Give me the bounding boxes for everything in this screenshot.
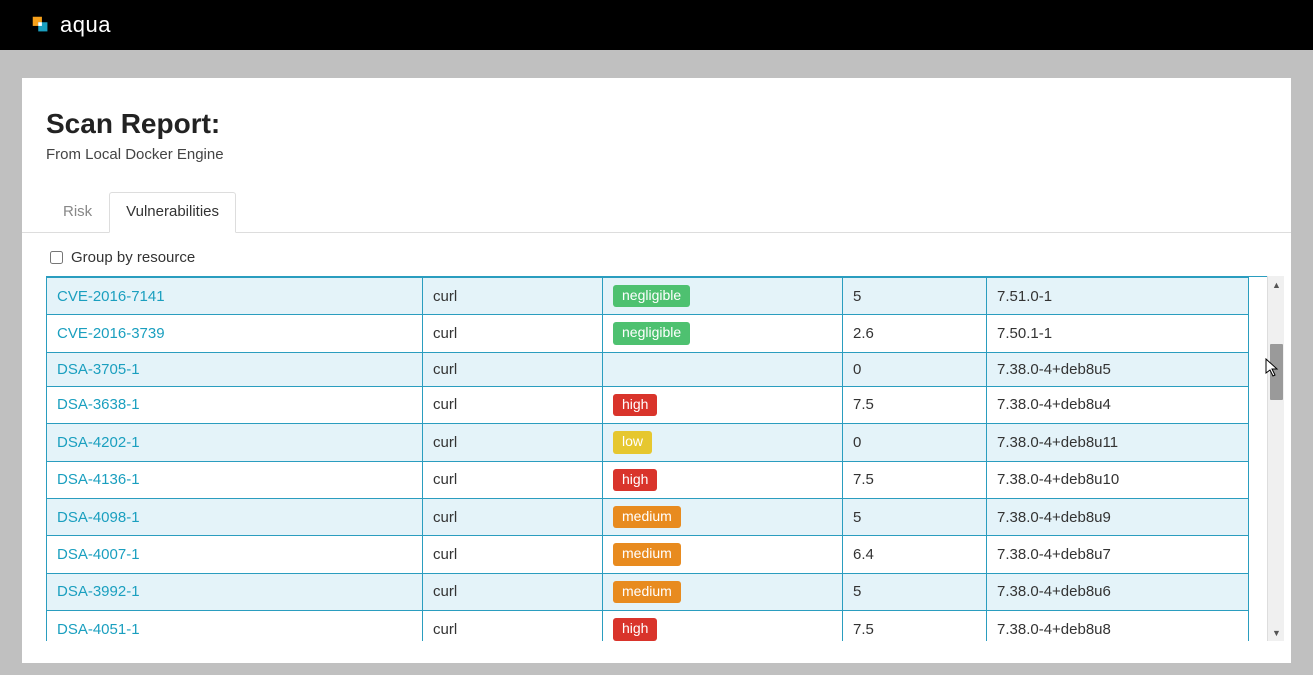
tab-bar: Risk Vulnerabilities — [22, 191, 1291, 233]
severity-badge: medium — [613, 506, 681, 528]
vuln-id-link[interactable]: DSA-4007-1 — [57, 546, 140, 563]
brand-logo: aqua — [30, 12, 111, 38]
severity-badge: high — [613, 618, 657, 640]
score-cell: 7.5 — [843, 461, 987, 498]
fix-version-cell: 7.50.1-1 — [987, 315, 1249, 352]
severity-badge: high — [613, 469, 657, 491]
scroll-down-arrow-icon[interactable]: ▼ — [1268, 624, 1285, 641]
severity-badge: medium — [613, 581, 681, 603]
score-cell: 5 — [843, 278, 987, 315]
fix-version-cell: 7.38.0-4+deb8u6 — [987, 573, 1249, 610]
severity-cell — [603, 352, 843, 386]
package-cell: curl — [423, 386, 603, 423]
page-subtitle: From Local Docker Engine — [46, 146, 1267, 163]
scrollbar-track[interactable]: ▲ ▼ — [1267, 276, 1284, 641]
score-cell: 0 — [843, 424, 987, 461]
group-by-checkbox[interactable] — [50, 251, 63, 264]
fix-version-cell: 7.38.0-4+deb8u9 — [987, 498, 1249, 535]
table-row[interactable]: DSA-4098-1 curl medium 57.38.0-4+deb8u9 — [47, 498, 1249, 535]
table-row[interactable]: CVE-2016-3739 curl negligible 2.67.50.1-1 — [47, 315, 1249, 352]
vuln-id-link[interactable]: DSA-3638-1 — [57, 396, 140, 413]
group-by-label[interactable]: Group by resource — [71, 249, 195, 266]
vuln-id-link[interactable]: CVE-2016-7141 — [57, 288, 165, 305]
package-cell: curl — [423, 461, 603, 498]
scrollbar-thumb[interactable] — [1270, 344, 1283, 400]
page-title: Scan Report: — [46, 108, 1267, 140]
table-row[interactable]: DSA-4007-1 curl medium 6.47.38.0-4+deb8u7 — [47, 536, 1249, 573]
top-bar: aqua — [0, 0, 1313, 50]
score-cell: 5 — [843, 498, 987, 535]
vuln-id-link[interactable]: DSA-4202-1 — [57, 434, 140, 451]
vuln-id-link[interactable]: DSA-4051-1 — [57, 621, 140, 638]
score-cell: 7.5 — [843, 611, 987, 641]
page-card: Scan Report: From Local Docker Engine Ri… — [22, 78, 1291, 663]
severity-badge: negligible — [613, 322, 690, 344]
score-cell: 7.5 — [843, 386, 987, 423]
severity-cell: negligible — [603, 315, 843, 352]
fix-version-cell: 7.38.0-4+deb8u8 — [987, 611, 1249, 641]
score-cell: 5 — [843, 573, 987, 610]
table-row[interactable]: DSA-4136-1 curl high 7.57.38.0-4+deb8u10 — [47, 461, 1249, 498]
vuln-id-link[interactable]: DSA-4098-1 — [57, 509, 140, 526]
severity-badge: medium — [613, 543, 681, 565]
vulnerability-table-scroll[interactable]: CVE-2016-7141curlnegligible57.51.0-1CVE-… — [46, 276, 1267, 641]
package-cell: curl — [423, 498, 603, 535]
severity-cell: high — [603, 461, 843, 498]
tab-vulnerabilities[interactable]: Vulnerabilities — [109, 192, 236, 233]
table-row[interactable]: DSA-4051-1 curl high 7.57.38.0-4+deb8u8 — [47, 611, 1249, 641]
table-row[interactable]: DSA-3992-1 curl medium 57.38.0-4+deb8u6 — [47, 573, 1249, 610]
fix-version-cell: 7.51.0-1 — [987, 278, 1249, 315]
severity-cell: medium — [603, 498, 843, 535]
tab-risk[interactable]: Risk — [46, 192, 109, 233]
vuln-id-link[interactable]: DSA-4136-1 — [57, 471, 140, 488]
vuln-id-link[interactable]: DSA-3705-1 — [57, 361, 140, 378]
severity-badge: low — [613, 431, 652, 453]
package-cell: curl — [423, 536, 603, 573]
severity-cell: high — [603, 611, 843, 641]
package-cell: curl — [423, 278, 603, 315]
fix-version-cell: 7.38.0-4+deb8u5 — [987, 352, 1249, 386]
table-row[interactable]: CVE-2016-7141 curl negligible 57.51.0-1 — [47, 278, 1249, 315]
aqua-logo-icon — [30, 14, 52, 36]
scroll-up-arrow-icon[interactable]: ▲ — [1268, 276, 1285, 293]
package-cell: curl — [423, 573, 603, 610]
brand-name: aqua — [60, 12, 111, 38]
vuln-id-link[interactable]: DSA-3992-1 — [57, 583, 140, 600]
vuln-id-link[interactable]: CVE-2016-3739 — [57, 325, 165, 342]
severity-cell: medium — [603, 573, 843, 610]
page-header: Scan Report: From Local Docker Engine — [22, 108, 1291, 163]
severity-cell: low — [603, 424, 843, 461]
severity-cell: high — [603, 386, 843, 423]
table-row[interactable]: DSA-3638-1 curl high 7.57.38.0-4+deb8u4 — [47, 386, 1249, 423]
package-cell: curl — [423, 611, 603, 641]
score-cell: 2.6 — [843, 315, 987, 352]
fix-version-cell: 7.38.0-4+deb8u11 — [987, 424, 1249, 461]
severity-cell: medium — [603, 536, 843, 573]
severity-badge: negligible — [613, 285, 690, 307]
package-cell: curl — [423, 352, 603, 386]
table-row[interactable]: DSA-4202-1 curllow 07.38.0-4+deb8u11 — [47, 424, 1249, 461]
vulnerability-table: CVE-2016-7141curlnegligible57.51.0-1CVE-… — [46, 277, 1249, 641]
package-cell: curl — [423, 424, 603, 461]
score-cell: 0 — [843, 352, 987, 386]
score-cell: 6.4 — [843, 536, 987, 573]
fix-version-cell: 7.38.0-4+deb8u7 — [987, 536, 1249, 573]
table-row[interactable]: DSA-3705-1 curl 07.38.0-4+deb8u5 — [47, 352, 1249, 386]
severity-badge: high — [613, 394, 657, 416]
package-cell: curl — [423, 315, 603, 352]
severity-cell: negligible — [603, 278, 843, 315]
vulnerability-table-wrap: CVE-2016-7141curlnegligible57.51.0-1CVE-… — [46, 276, 1267, 641]
fix-version-cell: 7.38.0-4+deb8u10 — [987, 461, 1249, 498]
table-controls: Group by resource — [22, 233, 1291, 276]
fix-version-cell: 7.38.0-4+deb8u4 — [987, 386, 1249, 423]
